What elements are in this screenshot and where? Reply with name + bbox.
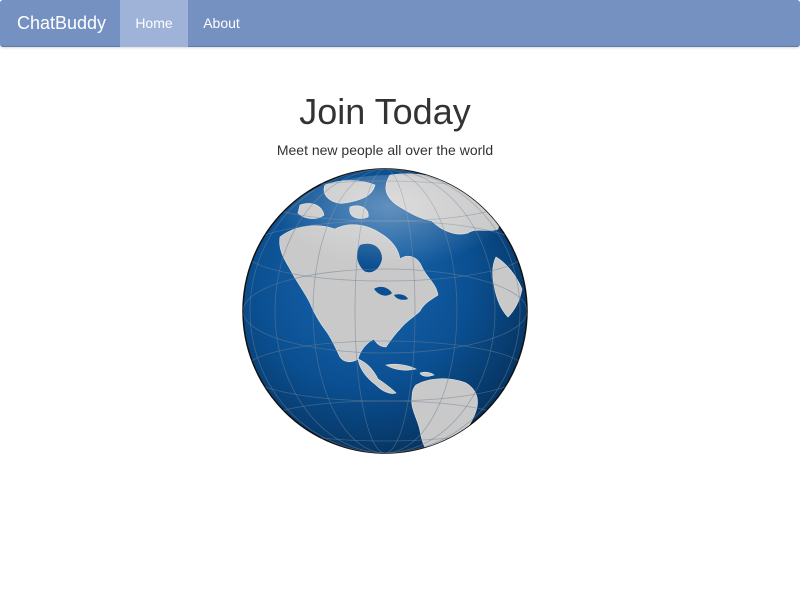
nav-about-link[interactable]: About [188, 0, 255, 47]
globe-icon [240, 167, 530, 455]
brand-link[interactable]: ChatBuddy [17, 13, 106, 33]
hero-subtitle: Meet new people all over the world [276, 142, 494, 158]
hero-title: Join Today [299, 91, 471, 132]
top-navbar: ChatBuddy Home About [0, 0, 800, 47]
nav-home-link[interactable]: Home [120, 0, 188, 47]
